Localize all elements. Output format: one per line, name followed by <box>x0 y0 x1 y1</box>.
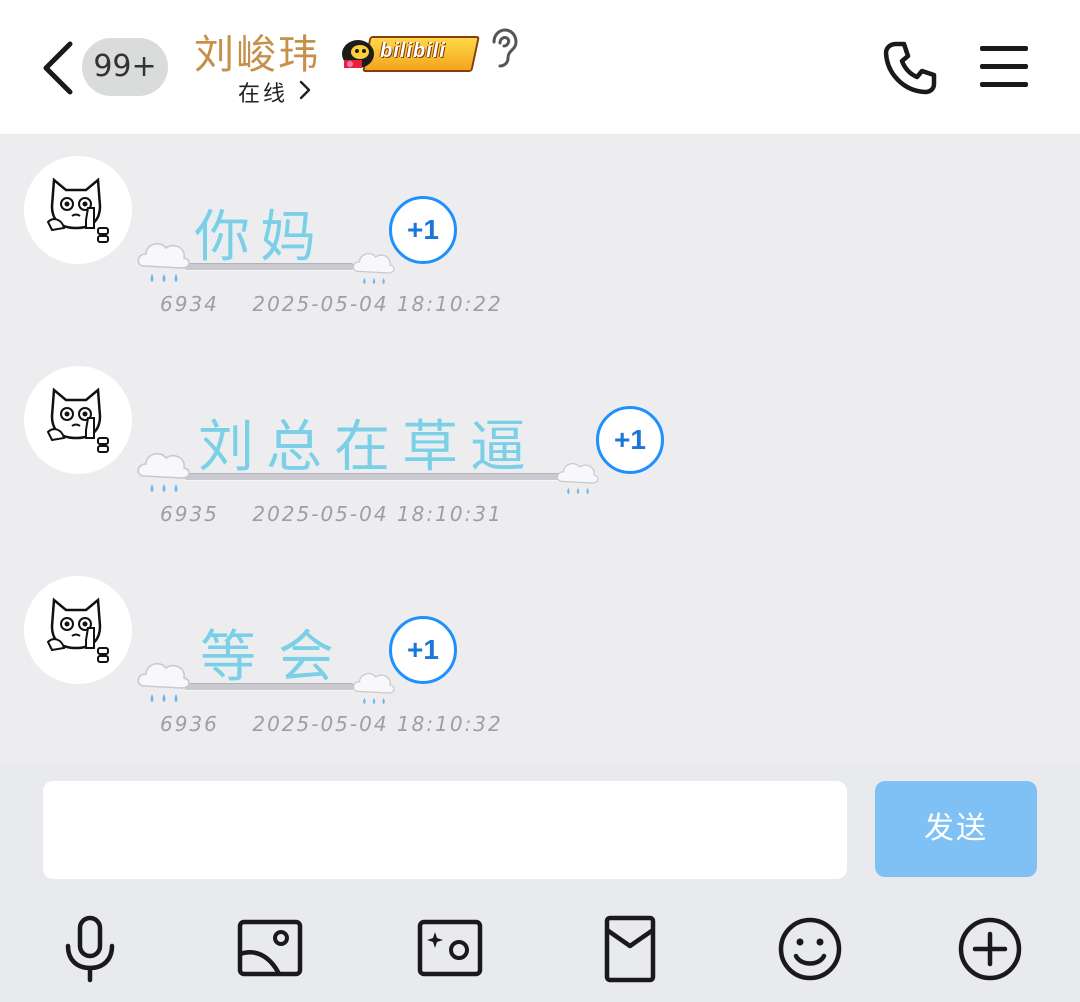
message-meta: 6935 2025-05-04 18:10:31 <box>160 502 503 526</box>
plus-circle-icon[interactable] <box>955 914 1025 984</box>
title-tag-text: bilibili <box>380 40 446 62</box>
chevron-right-icon[interactable] <box>298 80 312 100</box>
phone-call-icon[interactable] <box>882 40 938 96</box>
camera-icon[interactable] <box>415 914 485 984</box>
message-text: 刘总在草逼 <box>198 415 538 480</box>
message-meta: 6936 2025-05-04 18:10:32 <box>160 712 503 736</box>
rain-cloud-icon <box>556 463 599 495</box>
back-arrow-icon[interactable] <box>40 40 76 96</box>
message-id: 6936 <box>160 712 219 736</box>
message-row: 刘总在草逼 +1 6935 2025-05-04 18:10:31 <box>0 344 1080 554</box>
message-bubble[interactable]: 你妈 <box>134 192 395 288</box>
message-time: 2025-05-04 18:10:32 <box>252 712 503 736</box>
online-status[interactable]: 在线 <box>238 76 288 108</box>
message-row: 你妈 +1 6934 2025-05-04 18:10:22 <box>0 134 1080 344</box>
message-bubble[interactable]: 等会 <box>134 612 395 708</box>
contact-name[interactable]: 刘峻玮 <box>194 22 320 80</box>
rain-cloud-icon <box>137 453 190 492</box>
red-packet-icon[interactable] <box>595 914 665 984</box>
ear-icon[interactable] <box>486 28 520 68</box>
message-bubble[interactable]: 刘总在草逼 <box>134 402 604 498</box>
image-icon[interactable] <box>235 914 305 984</box>
avatar[interactable] <box>24 366 132 474</box>
rain-cloud-icon <box>137 663 190 702</box>
plus-one-button[interactable]: +1 <box>596 406 664 474</box>
cat-avatar-icon <box>46 177 109 243</box>
avatar[interactable] <box>24 156 132 264</box>
menu-icon[interactable] <box>980 46 1028 88</box>
message-input[interactable] <box>43 781 847 879</box>
plus-one-button[interactable]: +1 <box>389 196 457 264</box>
message-time: 2025-05-04 18:10:31 <box>252 502 503 526</box>
rain-cloud-icon <box>137 243 190 282</box>
rain-cloud-icon <box>352 253 395 285</box>
composer-bar: 发送 <box>0 764 1080 1002</box>
unread-count-badge[interactable]: 99+ <box>82 38 168 96</box>
message-row: 等会 +1 6936 2025-05-04 18:10:32 <box>0 554 1080 764</box>
message-text: 你妈 <box>194 205 326 270</box>
rain-cloud-icon <box>352 673 395 705</box>
message-time: 2025-05-04 18:10:22 <box>252 292 503 316</box>
message-text: 等会 <box>200 625 356 690</box>
avatar[interactable] <box>24 576 132 684</box>
emoji-icon[interactable] <box>775 914 845 984</box>
cat-avatar-icon <box>46 387 109 453</box>
message-id: 6934 <box>160 292 219 316</box>
cat-avatar-icon <box>46 597 109 663</box>
send-button[interactable]: 发送 <box>875 781 1037 877</box>
plus-one-button[interactable]: +1 <box>389 616 457 684</box>
message-id: 6935 <box>160 502 219 526</box>
mascot-icon <box>342 40 374 68</box>
microphone-icon[interactable] <box>55 914 125 984</box>
bilibili-title-tag: bilibili <box>336 28 480 72</box>
message-meta: 6934 2025-05-04 18:10:22 <box>160 292 503 316</box>
chat-header: 99+ 刘峻玮 bilibili 在线 <box>0 0 1080 134</box>
